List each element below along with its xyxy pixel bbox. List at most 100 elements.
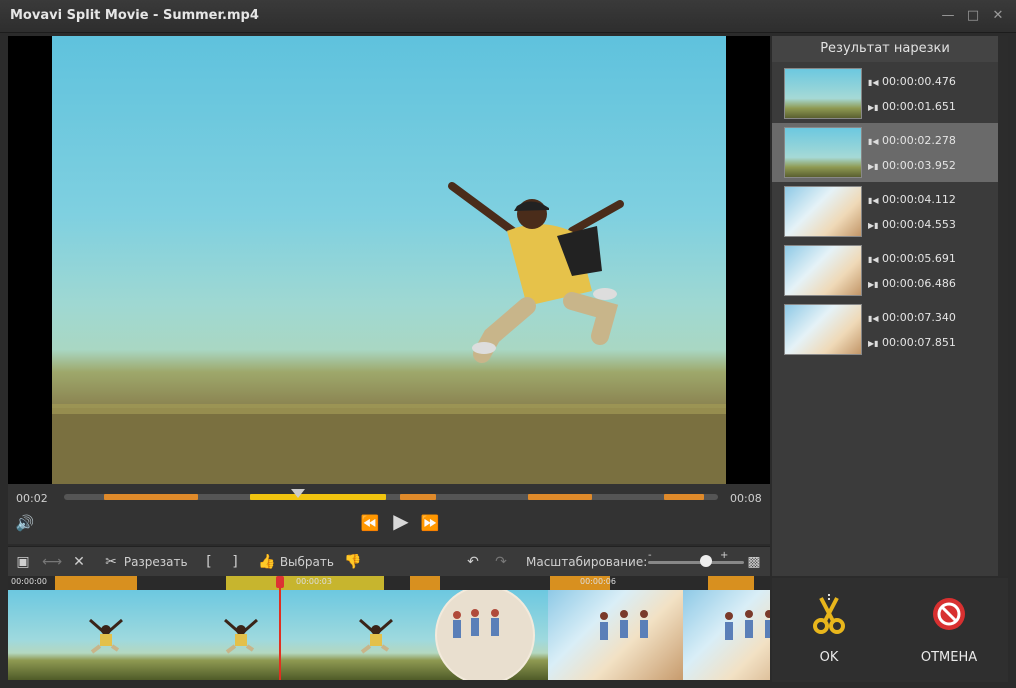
result-clip[interactable]: ▮◀ 00:00:07.340 ▶▮ 00:00:07.851 bbox=[772, 300, 998, 359]
mark-in-button[interactable]: [ bbox=[200, 553, 218, 571]
clip-end-time: ▶▮ 00:00:06.486 bbox=[868, 277, 956, 290]
redo-icon[interactable]: ↷ bbox=[492, 553, 510, 571]
cancel-icon bbox=[933, 598, 965, 630]
edit-toolbar: ▣ ⟷ ✕ ✂ Разрезать [ ] 👍 Выбрать 👎 ↶ ↷ Ма… bbox=[8, 546, 770, 576]
results-title: Результат нарезки bbox=[772, 36, 998, 62]
ruler-segment bbox=[410, 576, 440, 590]
title-bar: Movavi Split Movie - Summer.mp4 — □ ✕ bbox=[0, 0, 1016, 33]
start-marker-icon: ▮◀ bbox=[868, 78, 879, 87]
clip-end-time: ▶▮ 00:00:01.651 bbox=[868, 100, 956, 113]
current-time: 00:02 bbox=[16, 492, 48, 505]
segment-active bbox=[250, 494, 386, 500]
end-marker-icon: ▶▮ bbox=[868, 221, 879, 230]
scissors-icon bbox=[813, 594, 845, 634]
cut-button[interactable]: ✂ Разрезать bbox=[102, 553, 188, 571]
ruler-label: 00:00:06 bbox=[580, 577, 616, 586]
maximize-icon[interactable]: □ bbox=[965, 8, 981, 24]
result-clip[interactable]: ▮◀ 00:00:05.691 ▶▮ 00:00:06.486 bbox=[772, 241, 998, 300]
thumbs-down-icon[interactable]: 👎 bbox=[344, 553, 362, 571]
clip-end-value: 00:00:06.486 bbox=[882, 277, 956, 290]
timeline-playhead[interactable] bbox=[279, 576, 281, 680]
end-marker-icon: ▶▮ bbox=[868, 280, 879, 289]
film-frame bbox=[143, 590, 278, 680]
clip-end-time: ▶▮ 00:00:07.851 bbox=[868, 336, 956, 349]
segment bbox=[400, 494, 436, 500]
video-player[interactable] bbox=[8, 36, 770, 484]
clip-end-time: ▶▮ 00:00:04.553 bbox=[868, 218, 956, 231]
clip-thumbnail bbox=[784, 245, 862, 296]
player-controls: 00:02 00:08 🔊 ⏪ ▶ ⏩ bbox=[8, 484, 770, 544]
film-frame bbox=[413, 590, 548, 680]
delete-icon[interactable]: ✕ bbox=[70, 553, 88, 571]
clip-start-value: 00:00:04.112 bbox=[882, 193, 956, 206]
result-clip[interactable]: ▮◀ 00:00:04.112 ▶▮ 00:00:04.553 bbox=[772, 182, 998, 241]
thumbs-up-icon: 👍 bbox=[258, 554, 276, 570]
clip-thumbnail bbox=[784, 304, 862, 355]
undo-icon[interactable]: ↶ bbox=[464, 553, 482, 571]
zoom-label: Масштабирование: bbox=[526, 555, 648, 569]
seek-handle[interactable] bbox=[291, 489, 305, 498]
film-frame bbox=[548, 590, 683, 680]
start-marker-icon: ▮◀ bbox=[868, 196, 879, 205]
ruler-segment bbox=[708, 576, 754, 590]
timeline-filmstrip[interactable] bbox=[8, 590, 770, 680]
end-time: 00:08 bbox=[730, 492, 762, 505]
clip-thumbnail bbox=[784, 68, 862, 119]
clip-start-value: 00:00:05.691 bbox=[882, 252, 956, 265]
fast-forward-icon[interactable]: ⏩ bbox=[420, 514, 440, 532]
scissors-icon: ✂ bbox=[105, 554, 117, 570]
results-scrollbar[interactable] bbox=[998, 36, 1008, 576]
minimize-icon[interactable]: — bbox=[940, 8, 956, 24]
fit-timeline-icon[interactable]: ▩ bbox=[745, 553, 763, 571]
clip-end-time: ▶▮ 00:00:03.952 bbox=[868, 159, 956, 172]
segment bbox=[528, 494, 592, 500]
clip-end-value: 00:00:01.651 bbox=[882, 100, 956, 113]
ok-label: OK bbox=[819, 650, 839, 665]
close-icon[interactable]: ✕ bbox=[990, 8, 1006, 24]
merge-icon[interactable]: ⟷ bbox=[42, 553, 62, 571]
start-marker-icon: ▮◀ bbox=[868, 255, 879, 264]
clip-start-time: ▮◀ 00:00:04.112 bbox=[868, 193, 956, 206]
playhead-handle[interactable] bbox=[276, 576, 284, 588]
ok-button[interactable]: OK bbox=[784, 592, 874, 665]
result-clip[interactable]: ▮◀ 00:00:00.476 ▶▮ 00:00:01.651 bbox=[772, 64, 998, 123]
timeline-ruler[interactable]: 00:00:00 00:00:03 00:00:06 bbox=[8, 576, 770, 590]
end-marker-icon: ▶▮ bbox=[868, 103, 879, 112]
segment bbox=[104, 494, 198, 500]
clip-start-time: ▮◀ 00:00:02.278 bbox=[868, 134, 956, 147]
volume-icon[interactable]: 🔊 bbox=[14, 514, 36, 532]
window-title: Movavi Split Movie - Summer.mp4 bbox=[10, 8, 259, 23]
clip-start-time: ▮◀ 00:00:00.476 bbox=[868, 75, 956, 88]
film-frame bbox=[683, 590, 770, 680]
ruler-label: 00:00:03 bbox=[296, 577, 332, 586]
video-frame bbox=[52, 36, 726, 484]
action-panel: OK ОТМЕНА bbox=[772, 578, 1008, 682]
end-marker-icon: ▶▮ bbox=[868, 162, 879, 171]
start-marker-icon: ▮◀ bbox=[868, 314, 879, 323]
end-marker-icon: ▶▮ bbox=[868, 339, 879, 348]
select-button[interactable]: 👍 Выбрать bbox=[258, 553, 334, 571]
film-frame bbox=[8, 590, 143, 680]
rewind-icon[interactable]: ⏪ bbox=[360, 514, 380, 532]
clip-thumbnail bbox=[784, 186, 862, 237]
ruler-label: 00:00:00 bbox=[11, 577, 47, 586]
cancel-button[interactable]: ОТМЕНА bbox=[904, 592, 994, 665]
play-icon[interactable]: ▶ bbox=[390, 511, 412, 531]
result-clip[interactable]: ▮◀ 00:00:02.278 ▶▮ 00:00:03.952 bbox=[772, 123, 998, 182]
clip-start-time: ▮◀ 00:00:07.340 bbox=[868, 311, 956, 324]
clip-start-value: 00:00:02.278 bbox=[882, 134, 956, 147]
ruler-segment bbox=[55, 576, 137, 590]
clip-end-value: 00:00:04.553 bbox=[882, 218, 956, 231]
mark-out-button[interactable]: ] bbox=[226, 553, 244, 571]
select-label: Выбрать bbox=[279, 555, 334, 569]
cancel-label: ОТМЕНА bbox=[920, 650, 978, 665]
start-marker-icon: ▮◀ bbox=[868, 137, 879, 146]
split-mode-icon[interactable]: ▣ bbox=[14, 553, 32, 571]
zoom-slider-track[interactable] bbox=[648, 561, 744, 564]
zoom-slider-handle[interactable] bbox=[700, 555, 712, 567]
clip-thumbnail bbox=[784, 127, 862, 178]
seek-bar[interactable] bbox=[64, 489, 718, 500]
cut-label: Разрезать bbox=[123, 555, 188, 569]
clip-start-value: 00:00:07.340 bbox=[882, 311, 956, 324]
segment bbox=[664, 494, 704, 500]
